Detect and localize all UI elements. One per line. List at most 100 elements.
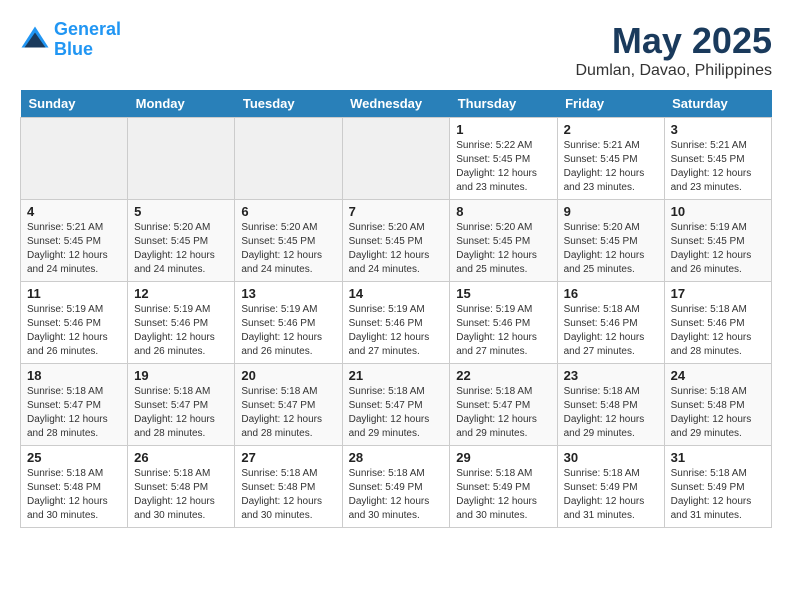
day-info: Sunrise: 5:21 AMSunset: 5:45 PMDaylight:… [671, 139, 765, 195]
calendar-week-2: 4 Sunrise: 5:21 AMSunset: 5:45 PMDaylight… [21, 200, 772, 282]
calendar-cell: 13 Sunrise: 5:19 AMSunset: 5:46 PMDayligh… [235, 282, 342, 364]
calendar-cell: 12 Sunrise: 5:19 AMSunset: 5:46 PMDayligh… [128, 282, 235, 364]
calendar-cell: 6 Sunrise: 5:20 AMSunset: 5:45 PMDaylight… [235, 200, 342, 282]
calendar-cell: 28 Sunrise: 5:18 AMSunset: 5:49 PMDayligh… [342, 446, 450, 528]
title-block: May 2025 Dumlan, Davao, Philippines [575, 20, 772, 80]
day-number: 9 [564, 204, 658, 219]
day-info: Sunrise: 5:18 AMSunset: 5:49 PMDaylight:… [349, 467, 444, 523]
day-header-tuesday: Tuesday [235, 90, 342, 118]
calendar-cell: 29 Sunrise: 5:18 AMSunset: 5:49 PMDayligh… [450, 446, 557, 528]
day-number: 15 [456, 286, 550, 301]
day-number: 2 [564, 122, 658, 137]
day-number: 8 [456, 204, 550, 219]
day-number: 3 [671, 122, 765, 137]
day-number: 13 [241, 286, 335, 301]
day-header-saturday: Saturday [664, 90, 771, 118]
calendar-cell: 20 Sunrise: 5:18 AMSunset: 5:47 PMDayligh… [235, 364, 342, 446]
day-info: Sunrise: 5:18 AMSunset: 5:47 PMDaylight:… [456, 385, 550, 441]
day-number: 11 [27, 286, 121, 301]
day-info: Sunrise: 5:18 AMSunset: 5:47 PMDaylight:… [349, 385, 444, 441]
day-number: 7 [349, 204, 444, 219]
calendar-header-row: SundayMondayTuesdayWednesdayThursdayFrid… [21, 90, 772, 118]
page-header: General Blue May 2025 Dumlan, Davao, Phi… [20, 20, 772, 80]
calendar-week-3: 11 Sunrise: 5:19 AMSunset: 5:46 PMDayligh… [21, 282, 772, 364]
day-number: 1 [456, 122, 550, 137]
day-header-wednesday: Wednesday [342, 90, 450, 118]
day-number: 4 [27, 204, 121, 219]
day-info: Sunrise: 5:20 AMSunset: 5:45 PMDaylight:… [456, 221, 550, 277]
calendar-cell: 7 Sunrise: 5:20 AMSunset: 5:45 PMDaylight… [342, 200, 450, 282]
calendar-week-1: 1 Sunrise: 5:22 AMSunset: 5:45 PMDaylight… [21, 118, 772, 200]
calendar-cell [128, 118, 235, 200]
day-header-sunday: Sunday [21, 90, 128, 118]
day-info: Sunrise: 5:20 AMSunset: 5:45 PMDaylight:… [564, 221, 658, 277]
calendar-cell: 1 Sunrise: 5:22 AMSunset: 5:45 PMDaylight… [450, 118, 557, 200]
calendar-cell: 3 Sunrise: 5:21 AMSunset: 5:45 PMDaylight… [664, 118, 771, 200]
day-info: Sunrise: 5:22 AMSunset: 5:45 PMDaylight:… [456, 139, 550, 195]
calendar-cell: 31 Sunrise: 5:18 AMSunset: 5:49 PMDayligh… [664, 446, 771, 528]
calendar-subtitle: Dumlan, Davao, Philippines [575, 62, 772, 80]
calendar-table: SundayMondayTuesdayWednesdayThursdayFrid… [20, 90, 772, 528]
calendar-week-4: 18Sunrise: 5:18 AMSunset: 5:47 PMDayligh… [21, 364, 772, 446]
day-info: Sunrise: 5:18 AMSunset: 5:47 PMDaylight:… [241, 385, 335, 441]
logo-text: General Blue [54, 20, 121, 60]
day-number: 16 [564, 286, 658, 301]
day-info: Sunrise: 5:20 AMSunset: 5:45 PMDaylight:… [134, 221, 228, 277]
day-number: 30 [564, 450, 658, 465]
day-info: Sunrise: 5:18 AMSunset: 5:47 PMDaylight:… [134, 385, 228, 441]
calendar-cell: 19Sunrise: 5:18 AMSunset: 5:47 PMDayligh… [128, 364, 235, 446]
calendar-cell [235, 118, 342, 200]
calendar-cell: 15 Sunrise: 5:19 AMSunset: 5:46 PMDayligh… [450, 282, 557, 364]
calendar-cell: 2 Sunrise: 5:21 AMSunset: 5:45 PMDaylight… [557, 118, 664, 200]
calendar-cell [21, 118, 128, 200]
day-info: Sunrise: 5:19 AMSunset: 5:46 PMDaylight:… [456, 303, 550, 359]
day-number: 26 [134, 450, 228, 465]
calendar-cell: 21 Sunrise: 5:18 AMSunset: 5:47 PMDayligh… [342, 364, 450, 446]
day-number: 10 [671, 204, 765, 219]
day-number: 31 [671, 450, 765, 465]
calendar-cell: 23Sunrise: 5:18 AMSunset: 5:48 PMDayligh… [557, 364, 664, 446]
day-info: Sunrise: 5:18 AMSunset: 5:48 PMDaylight:… [241, 467, 335, 523]
day-info: Sunrise: 5:19 AMSunset: 5:46 PMDaylight:… [241, 303, 335, 359]
day-info: Sunrise: 5:18 AMSunset: 5:48 PMDaylight:… [27, 467, 121, 523]
day-info: Sunrise: 5:18 AMSunset: 5:48 PMDaylight:… [134, 467, 228, 523]
day-number: 6 [241, 204, 335, 219]
day-number: 22 [456, 368, 550, 383]
calendar-cell: 30 Sunrise: 5:18 AMSunset: 5:49 PMDayligh… [557, 446, 664, 528]
day-number: 20 [241, 368, 335, 383]
day-number: 29 [456, 450, 550, 465]
calendar-cell: 24Sunrise: 5:18 AMSunset: 5:48 PMDayligh… [664, 364, 771, 446]
day-number: 21 [349, 368, 444, 383]
day-info: Sunrise: 5:18 AMSunset: 5:48 PMDaylight:… [564, 385, 658, 441]
day-info: Sunrise: 5:18 AMSunset: 5:46 PMDaylight:… [564, 303, 658, 359]
logo: General Blue [20, 20, 121, 60]
day-header-friday: Friday [557, 90, 664, 118]
day-info: Sunrise: 5:21 AMSunset: 5:45 PMDaylight:… [27, 221, 121, 277]
day-info: Sunrise: 5:18 AMSunset: 5:49 PMDaylight:… [671, 467, 765, 523]
day-info: Sunrise: 5:18 AMSunset: 5:49 PMDaylight:… [564, 467, 658, 523]
day-number: 25 [27, 450, 121, 465]
day-info: Sunrise: 5:18 AMSunset: 5:46 PMDaylight:… [671, 303, 765, 359]
day-number: 28 [349, 450, 444, 465]
calendar-cell: 18Sunrise: 5:18 AMSunset: 5:47 PMDayligh… [21, 364, 128, 446]
calendar-cell: 4 Sunrise: 5:21 AMSunset: 5:45 PMDaylight… [21, 200, 128, 282]
calendar-cell: 14Sunrise: 5:19 AMSunset: 5:46 PMDayligh… [342, 282, 450, 364]
calendar-week-5: 25 Sunrise: 5:18 AMSunset: 5:48 PMDayligh… [21, 446, 772, 528]
day-number: 17 [671, 286, 765, 301]
calendar-cell: 8 Sunrise: 5:20 AMSunset: 5:45 PMDaylight… [450, 200, 557, 282]
day-info: Sunrise: 5:18 AMSunset: 5:48 PMDaylight:… [671, 385, 765, 441]
calendar-cell: 10 Sunrise: 5:19 AMSunset: 5:45 PMDayligh… [664, 200, 771, 282]
calendar-cell: 9 Sunrise: 5:20 AMSunset: 5:45 PMDaylight… [557, 200, 664, 282]
day-info: Sunrise: 5:20 AMSunset: 5:45 PMDaylight:… [349, 221, 444, 277]
day-number: 12 [134, 286, 228, 301]
day-info: Sunrise: 5:18 AMSunset: 5:49 PMDaylight:… [456, 467, 550, 523]
day-header-monday: Monday [128, 90, 235, 118]
day-info: Sunrise: 5:19 AMSunset: 5:45 PMDaylight:… [671, 221, 765, 277]
calendar-title: May 2025 [575, 20, 772, 62]
day-info: Sunrise: 5:18 AMSunset: 5:47 PMDaylight:… [27, 385, 121, 441]
day-info: Sunrise: 5:19 AMSunset: 5:46 PMDaylight:… [27, 303, 121, 359]
calendar-cell: 25 Sunrise: 5:18 AMSunset: 5:48 PMDayligh… [21, 446, 128, 528]
day-info: Sunrise: 5:21 AMSunset: 5:45 PMDaylight:… [564, 139, 658, 195]
day-info: Sunrise: 5:20 AMSunset: 5:45 PMDaylight:… [241, 221, 335, 277]
day-info: Sunrise: 5:19 AMSunset: 5:46 PMDaylight:… [134, 303, 228, 359]
